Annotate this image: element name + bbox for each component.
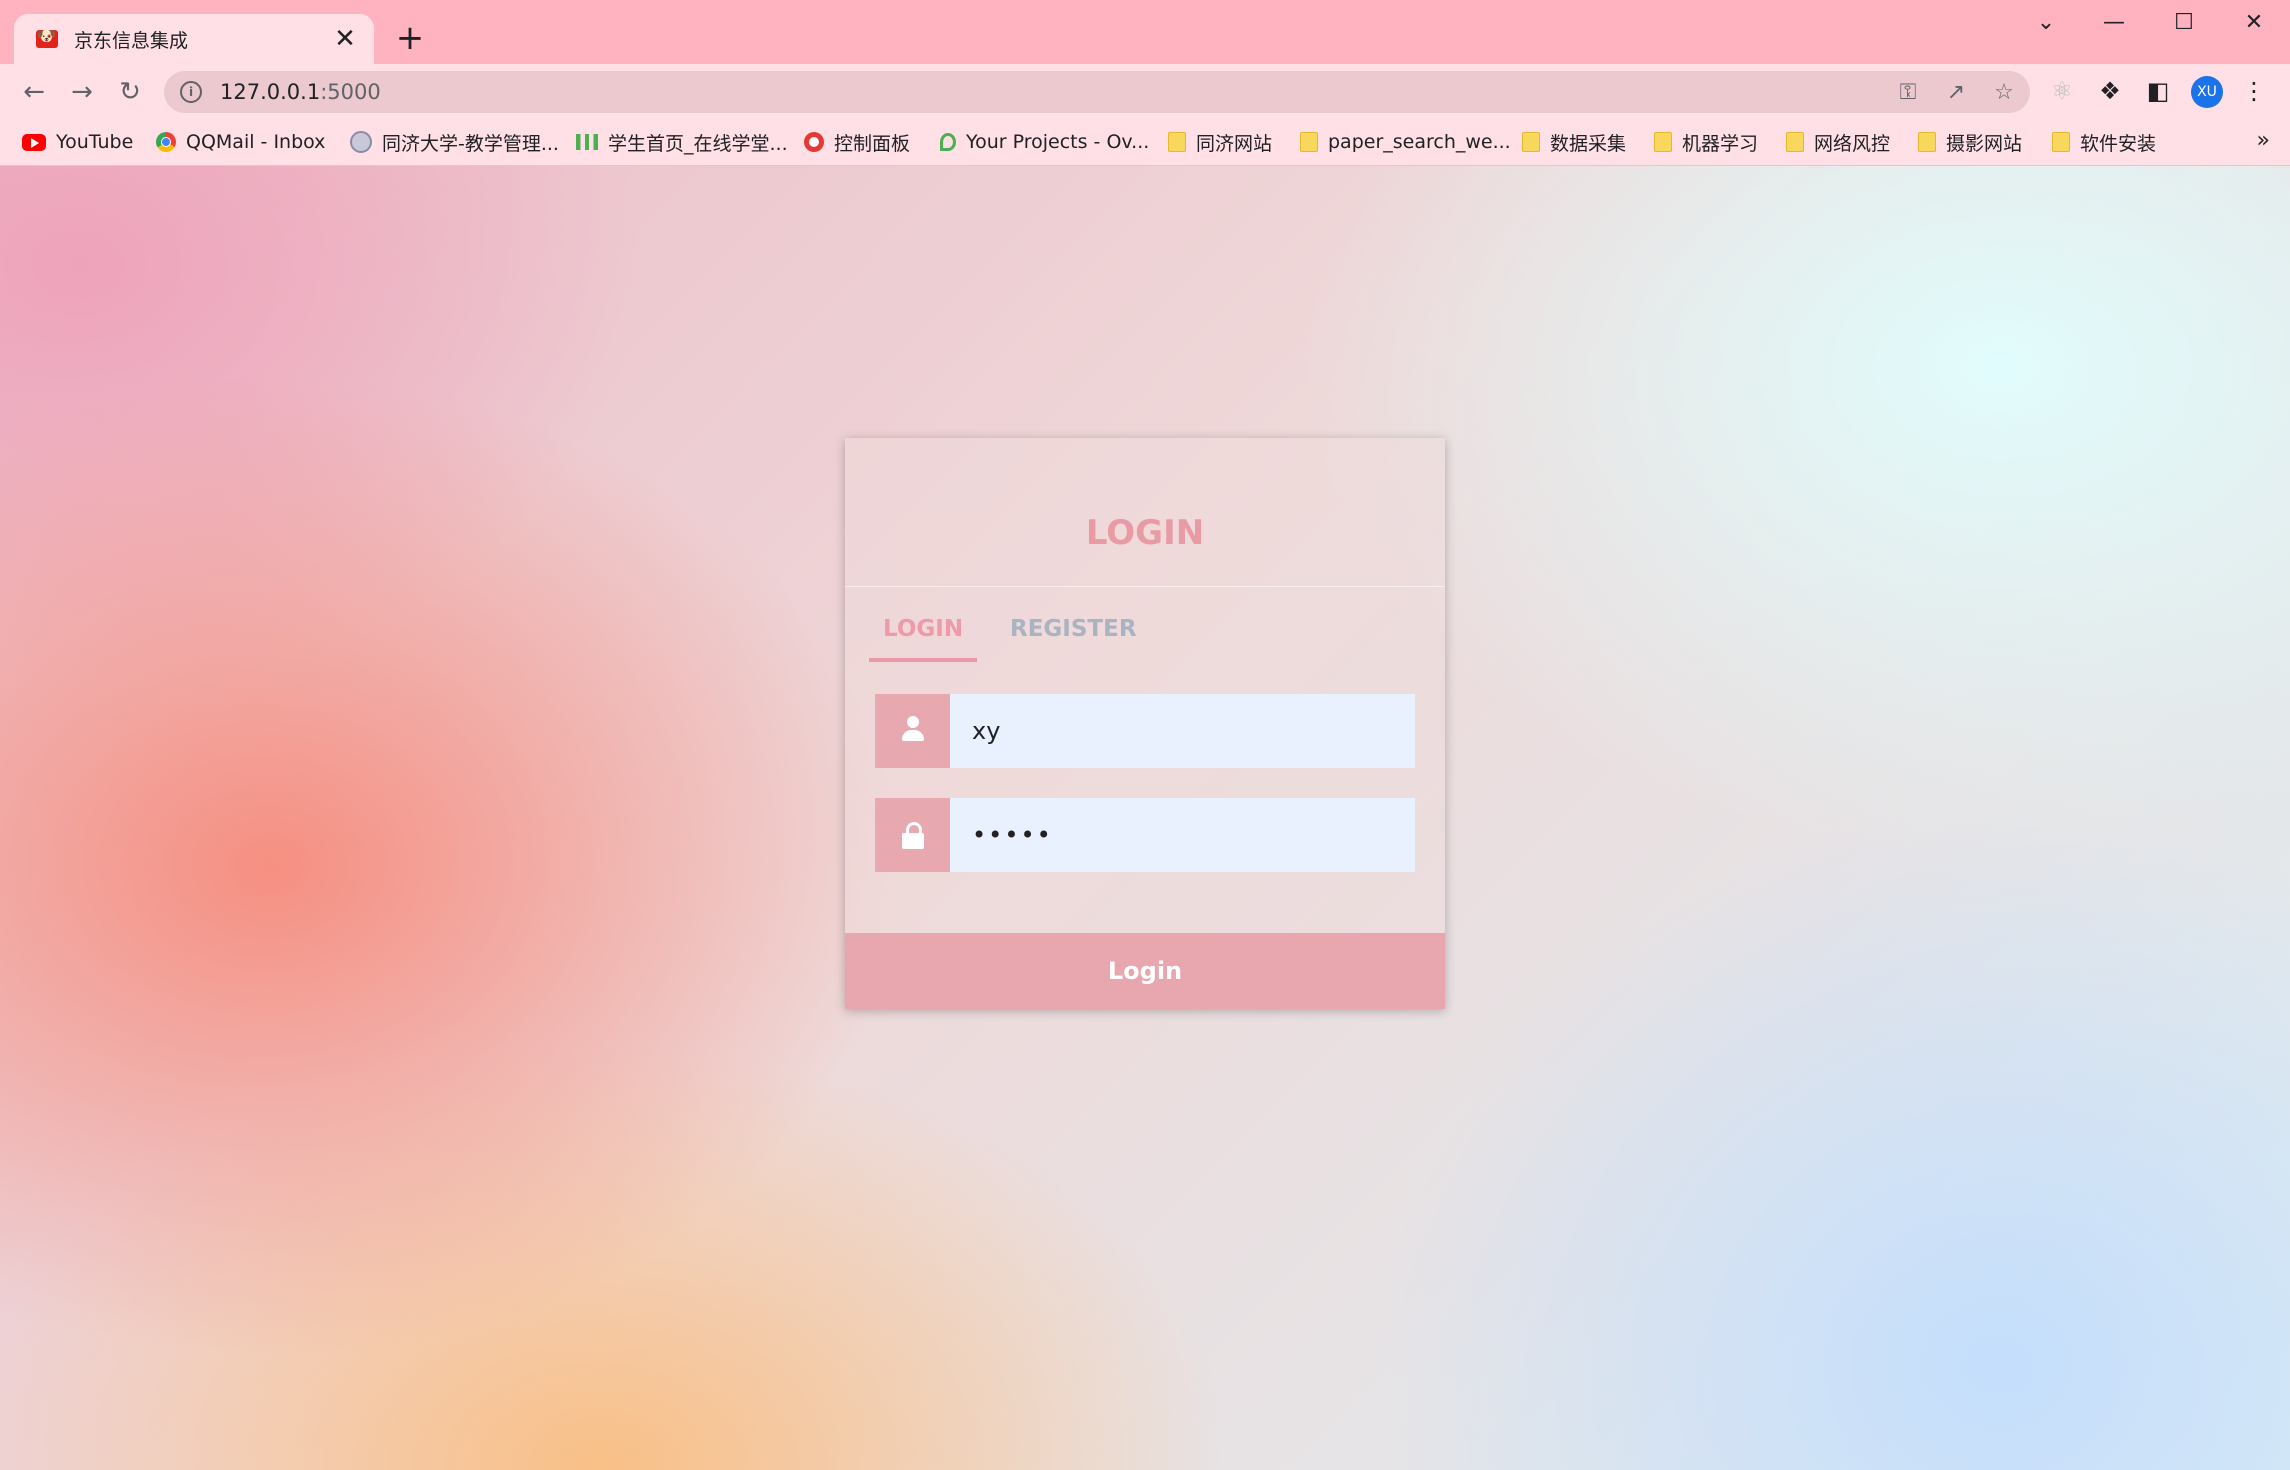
lock-icon-box bbox=[875, 798, 950, 872]
bookmark-folder-paper-search[interactable]: paper_search_we... bbox=[1300, 128, 1511, 156]
forward-arrow-icon[interactable]: → bbox=[62, 72, 102, 112]
bookmark-online-classroom[interactable]: 学生首页_在线学堂... bbox=[576, 128, 788, 156]
bookmarks-bar: YouTube QQMail - Inbox 同济大学-教学管理... 学生首页… bbox=[0, 118, 2290, 166]
username-field bbox=[875, 694, 1415, 768]
password-field bbox=[875, 798, 1415, 872]
address-bar[interactable]: i 127.0.0.1:5000 ⚿ ↗ ☆ bbox=[164, 71, 2030, 113]
bookmark-tongji-teaching[interactable]: 同济大学-教学管理... bbox=[350, 128, 559, 156]
login-submit-button[interactable]: Login bbox=[845, 933, 1445, 1009]
bookmark-folder-tongji[interactable]: 同济网站 bbox=[1168, 128, 1272, 156]
bookmark-folder-machine-learning[interactable]: 机器学习 bbox=[1654, 128, 1758, 156]
bookmark-your-projects[interactable]: Your Projects - Ov... bbox=[940, 128, 1149, 156]
bookmarks-overflow-icon[interactable]: » bbox=[2257, 128, 2270, 153]
new-tab-button[interactable]: + bbox=[392, 20, 428, 56]
close-window-button[interactable]: ✕ bbox=[2234, 8, 2274, 38]
jd-favicon-icon bbox=[34, 27, 60, 50]
login-card-title: LOGIN bbox=[845, 438, 1445, 587]
bookmark-youtube[interactable]: YouTube bbox=[22, 128, 133, 156]
folder-icon bbox=[1786, 132, 1804, 152]
url-text: 127.0.0.1:5000 bbox=[220, 80, 381, 104]
menu-kebab-icon[interactable]: ⋮ bbox=[2236, 73, 2272, 109]
tab-title: 京东信息集成 bbox=[74, 29, 189, 52]
bookmark-folder-software[interactable]: 软件安装 bbox=[2052, 128, 2156, 156]
seal-icon bbox=[350, 131, 372, 153]
back-arrow-icon[interactable]: ← bbox=[14, 72, 54, 112]
login-card: LOGIN LOGIN REGISTER Login bbox=[845, 438, 1445, 1009]
side-panel-icon[interactable]: ◧ bbox=[2140, 73, 2176, 109]
site-info-icon[interactable]: i bbox=[180, 81, 202, 103]
tab-close-icon[interactable]: ✕ bbox=[332, 26, 358, 52]
folder-icon bbox=[1918, 132, 1936, 152]
youtube-icon bbox=[22, 133, 46, 151]
folder-icon bbox=[1168, 132, 1186, 152]
lock-icon bbox=[902, 822, 924, 850]
tab-login[interactable]: LOGIN bbox=[869, 610, 978, 662]
browser-tab-active[interactable]: 京东信息集成 ✕ bbox=[14, 14, 374, 64]
folder-icon bbox=[1654, 132, 1672, 152]
tab-register[interactable]: REGISTER bbox=[1010, 610, 1137, 658]
chrome-icon bbox=[156, 132, 176, 152]
reload-icon[interactable]: ↻ bbox=[110, 72, 150, 112]
minimize-button[interactable]: — bbox=[2094, 8, 2134, 38]
folder-icon bbox=[1300, 132, 1318, 152]
share-icon[interactable]: ↗ bbox=[1940, 77, 1972, 109]
bookmark-star-icon[interactable]: ☆ bbox=[1988, 77, 2020, 109]
page-viewport: LOGIN LOGIN REGISTER Login bbox=[0, 166, 2290, 1470]
bookmark-qqmail[interactable]: QQMail - Inbox bbox=[156, 128, 325, 156]
control-panel-icon bbox=[804, 132, 824, 152]
bookmark-folder-photography[interactable]: 摄影网站 bbox=[1918, 128, 2022, 156]
username-input[interactable] bbox=[950, 694, 1415, 768]
folder-icon bbox=[1522, 132, 1540, 152]
wave-icon bbox=[576, 134, 598, 150]
browser-toolbar: ← → ↻ i 127.0.0.1:5000 ⚿ ↗ ☆ ⚛ ❖ ◧ XU ⋮ bbox=[0, 64, 2290, 118]
password-input[interactable] bbox=[950, 798, 1415, 872]
bookmark-folder-risk-control[interactable]: 网络风控 bbox=[1786, 128, 1890, 156]
bookmark-control-panel[interactable]: 控制面板 bbox=[804, 128, 910, 156]
leaf-icon bbox=[940, 133, 956, 151]
profile-avatar[interactable]: XU bbox=[2191, 76, 2223, 108]
bookmark-folder-data-collection[interactable]: 数据采集 bbox=[1522, 128, 1626, 156]
tab-strip: 京东信息集成 ✕ + ⌄ — ☐ ✕ bbox=[0, 0, 2290, 64]
maximize-button[interactable]: ☐ bbox=[2164, 8, 2204, 38]
user-icon-box bbox=[875, 694, 950, 768]
user-icon bbox=[902, 716, 924, 746]
extension-react-icon[interactable]: ⚛ bbox=[2044, 73, 2080, 109]
tab-search-icon[interactable]: ⌄ bbox=[2026, 8, 2066, 38]
extensions-puzzle-icon[interactable]: ❖ bbox=[2092, 73, 2128, 109]
folder-icon bbox=[2052, 132, 2070, 152]
key-icon[interactable]: ⚿ bbox=[1892, 77, 1924, 109]
